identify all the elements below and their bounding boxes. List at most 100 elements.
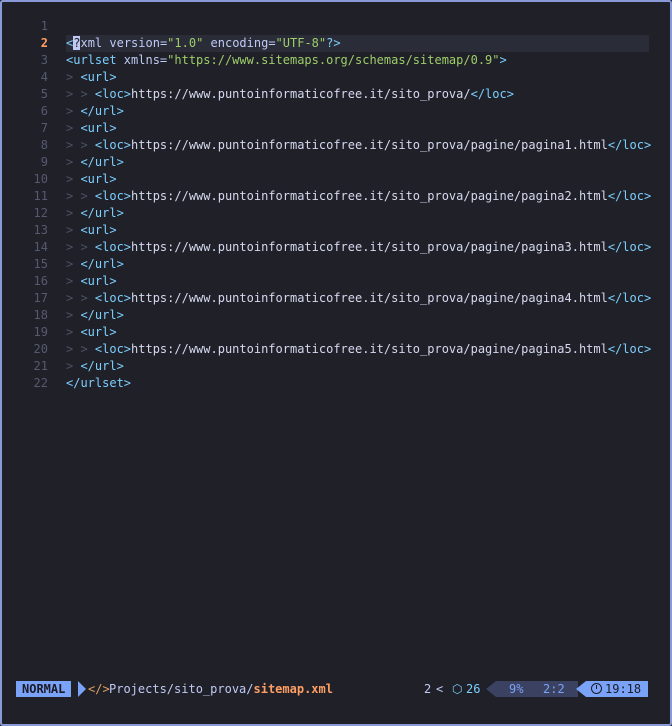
code-file-icon: </> (88, 682, 110, 696)
clock-time: 19:18 (605, 682, 642, 696)
line-number: 16 (33, 274, 48, 288)
code-line[interactable]: 20 > > <loc>https://www.puntoinformaticof… (2, 341, 670, 358)
line-number: 22 (33, 376, 48, 390)
code-token: > (499, 53, 507, 67)
line-number: 2 (40, 36, 48, 50)
file-directory: Projects/sito_prova/ (109, 682, 254, 696)
code-token: <loc> (94, 138, 132, 152)
code-token: > (66, 325, 81, 339)
code-line[interactable]: 14 > > <loc>https://www.puntoinformaticof… (2, 239, 670, 256)
code-line[interactable]: 5 > > <loc>https://www.puntoinformaticofr… (2, 86, 670, 103)
code-line[interactable]: 13 > <url> (2, 222, 670, 239)
code-line[interactable]: 12 > </url> (2, 205, 670, 222)
code-token: "1.0" (167, 36, 204, 50)
code-token: > > (66, 342, 95, 356)
line-number: 6 (40, 104, 48, 118)
code-line[interactable]: 9 > </url> (2, 154, 670, 171)
code-token: <urlset (66, 53, 117, 67)
line-content[interactable]: > </url> (66, 358, 649, 375)
line-number: 15 (33, 257, 48, 271)
code-line[interactable]: 15 > </url> (2, 256, 670, 273)
line-content[interactable]: <?xml version="1.0" encoding="UTF-8"?> (66, 35, 649, 52)
line-content[interactable]: > > <loc>https://www.puntoinformaticofre… (66, 239, 651, 256)
line-content[interactable]: > > <loc>https://www.puntoinformaticofre… (66, 86, 649, 103)
code-token: </url> (80, 257, 124, 271)
code-token: <loc> (94, 240, 132, 254)
terminal-window: 1 2 <?xml version="1.0" encoding="UTF-8"?>… (0, 0, 672, 726)
code-token: </loc> (607, 291, 652, 305)
code-token: <loc> (94, 291, 132, 305)
line-content[interactable]: > <url> (66, 324, 649, 341)
mode-separator (78, 681, 86, 697)
line-content[interactable]: > > <loc>https://www.puntoinformaticofre… (66, 341, 651, 358)
line-content[interactable]: > > <loc>https://www.puntoinformaticofre… (66, 188, 651, 205)
code-line[interactable]: 6 > </url> (2, 103, 670, 120)
code-token: https://www.puntoinformaticofree.it/sito… (131, 87, 471, 101)
diagnostics-count: 2 (424, 682, 432, 696)
scroll-progress: 9% (509, 682, 524, 696)
code-token: <url> (80, 121, 117, 135)
code-token: > (66, 172, 81, 186)
code-line[interactable]: 19 > <url> (2, 324, 670, 341)
code-token: xmlns= (116, 53, 168, 67)
code-line[interactable]: 8 > > <loc>https://www.puntoinformaticofr… (2, 137, 670, 154)
line-number: 13 (33, 223, 48, 237)
line-content[interactable]: > <url> (66, 120, 649, 137)
code-editor[interactable]: 1 2 <?xml version="1.0" encoding="UTF-8"?>… (2, 18, 670, 392)
file-path: Projects/sito_prova/sitemap.xml (109, 681, 333, 697)
line-number: 7 (40, 121, 48, 135)
line-content[interactable]: </urlset> (66, 375, 649, 392)
line-content[interactable]: > </url> (66, 307, 649, 324)
code-line[interactable]: 7 > <url> (2, 120, 670, 137)
line-content[interactable]: > <url> (66, 69, 649, 86)
code-token: <loc> (94, 189, 132, 203)
code-token: > (66, 104, 81, 118)
line-content[interactable]: > <url> (66, 171, 649, 188)
statusline: NORMAL </> Projects/sito_prova/sitemap.x… (16, 681, 648, 697)
line-content[interactable]: > </url> (66, 103, 649, 120)
line-content[interactable]: > <url> (66, 222, 649, 239)
code-token: <url> (80, 172, 117, 186)
code-line[interactable]: 18 > </url> (2, 307, 670, 324)
code-line[interactable]: 10 > <url> (2, 171, 670, 188)
code-token: <url> (80, 70, 117, 84)
code-token: > (66, 206, 81, 220)
code-line[interactable]: 1 (2, 18, 670, 35)
code-line[interactable]: 3 <urlset xmlns="https://www.sitemaps.org… (2, 52, 670, 69)
line-content[interactable]: > </url> (66, 256, 649, 273)
code-token: </loc> (470, 87, 514, 101)
line-content[interactable]: > </url> (66, 205, 649, 222)
code-token: https://www.puntoinformaticofree.it/sito… (131, 138, 608, 152)
line-number: 3 (40, 53, 48, 67)
line-number: 10 (33, 172, 48, 186)
code-token: encoding= (203, 36, 276, 50)
code-line[interactable]: 4 > <url> (2, 69, 670, 86)
line-number: 9 (40, 155, 48, 169)
code-token: > (66, 359, 81, 373)
code-line[interactable]: 22 </urlset> (2, 375, 670, 392)
line-number: 14 (33, 240, 48, 254)
mode-indicator: NORMAL (16, 681, 72, 697)
line-content[interactable]: > > <loc>https://www.puntoinformaticofre… (66, 290, 652, 307)
package-icon: ⬡ (452, 682, 463, 696)
cursor-location: 2:2 (543, 682, 565, 696)
code-token: </url> (80, 104, 124, 118)
line-number: 11 (33, 189, 48, 203)
line-content[interactable]: <urlset xmlns="https://www.sitemaps.org/… (66, 52, 649, 69)
code-token: </url> (80, 155, 124, 169)
code-line[interactable]: 11 > > <loc>https://www.puntoinformaticof… (2, 188, 670, 205)
code-line[interactable]: 17 > > <loc>https://www.puntoinformaticof… (2, 290, 670, 307)
code-token: xml version= (80, 36, 168, 50)
code-line[interactable]: 16 > <url> (2, 273, 670, 290)
line-number: 18 (33, 308, 48, 322)
chevron-left-icon: < (436, 682, 444, 696)
code-token: "https://www.sitemaps.org/schemas/sitema… (167, 53, 500, 67)
code-token: </url> (80, 359, 124, 373)
code-line[interactable]: 21 > </url> (2, 358, 670, 375)
line-content[interactable]: > > <loc>https://www.puntoinformaticofre… (66, 137, 651, 154)
line-content[interactable]: > </url> (66, 154, 649, 171)
clock-icon (591, 683, 602, 694)
code-token: <loc> (94, 87, 132, 101)
line-content[interactable]: > <url> (66, 273, 649, 290)
code-line[interactable]: 2 <?xml version="1.0" encoding="UTF-8"?> (2, 35, 670, 52)
